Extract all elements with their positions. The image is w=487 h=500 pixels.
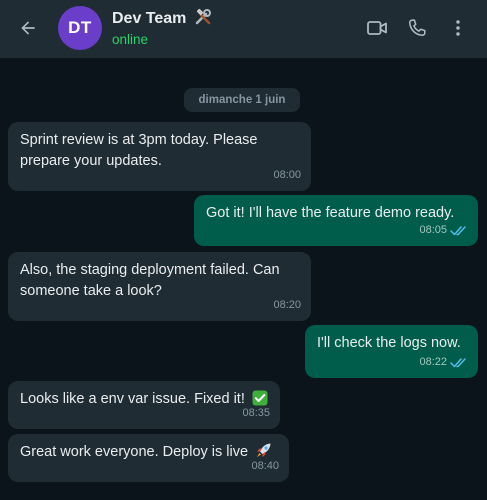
chat-title[interactable]: Dev Team online xyxy=(112,6,212,50)
message-text-line: prepare your updates. xyxy=(20,153,162,169)
back-button[interactable] xyxy=(16,16,40,40)
chat-name: Dev Team xyxy=(112,9,187,27)
avatar[interactable]: DT xyxy=(58,6,102,50)
message-bubble-incoming[interactable]: Sprint review is at 3pm today. Please pr… xyxy=(8,122,311,191)
message-text-line: Looks like a env var issue. Fixed it! xyxy=(20,389,268,410)
message-meta: 08:35 xyxy=(242,403,270,424)
avatar-initials: DT xyxy=(68,18,92,37)
message-meta: 08:05 xyxy=(419,220,468,241)
message-text-line: I'll check the logs now. xyxy=(317,335,461,351)
hammer-and-wrench-emoji xyxy=(195,8,211,24)
chat-status: online xyxy=(112,31,149,47)
message-text-line: Great work everyone. Deploy is live xyxy=(20,442,277,463)
message-text-line: someone take a look? xyxy=(20,283,162,299)
message-time: 08:40 xyxy=(251,460,279,472)
voice-call-icon xyxy=(408,19,426,37)
chat-header: DT Dev Team online xyxy=(0,0,487,58)
date-separator: dimanche 1 juin xyxy=(184,88,300,112)
message-bubble-incoming[interactable]: Looks like a env var issue. Fixed it! 08… xyxy=(8,381,280,429)
message-text-line: Also, the staging deployment failed. Can xyxy=(20,262,280,278)
message-meta: 08:20 xyxy=(273,295,301,316)
message-time: 08:22 xyxy=(419,356,447,368)
message-text: Great work everyone. Deploy is live xyxy=(20,444,249,460)
more-options-button[interactable] xyxy=(444,14,472,42)
arrow-left-icon xyxy=(21,21,35,35)
message-meta: 08:22 xyxy=(419,352,468,373)
voice-call-button[interactable] xyxy=(403,14,431,42)
read-ticks-icon xyxy=(450,357,468,368)
message-time: 08:20 xyxy=(273,299,301,311)
message-bubble-incoming[interactable]: Also, the staging deployment failed. Can… xyxy=(8,252,311,321)
read-ticks-icon xyxy=(450,225,468,236)
video-call-button[interactable] xyxy=(363,14,391,42)
chat-name-row: Dev Team xyxy=(112,8,212,29)
message-text-line: Sprint review is at 3pm today. Please xyxy=(20,132,258,148)
message-time: 08:00 xyxy=(273,169,301,181)
message-time: 08:05 xyxy=(419,224,447,236)
message-bubble-incoming[interactable]: Great work everyone. Deploy is live 08:4… xyxy=(8,434,289,482)
more-vert-icon xyxy=(456,20,460,36)
message-bubble-outgoing[interactable]: Got it! I'll have the feature demo ready… xyxy=(194,195,478,246)
message-meta: 08:40 xyxy=(251,456,279,477)
video-call-icon xyxy=(367,21,387,35)
message-time: 08:35 xyxy=(242,407,270,419)
message-meta: 08:00 xyxy=(273,165,301,186)
message-bubble-outgoing[interactable]: I'll check the logs now. 08:22 xyxy=(305,325,478,378)
message-text: Looks like a env var issue. Fixed it! xyxy=(20,391,245,407)
